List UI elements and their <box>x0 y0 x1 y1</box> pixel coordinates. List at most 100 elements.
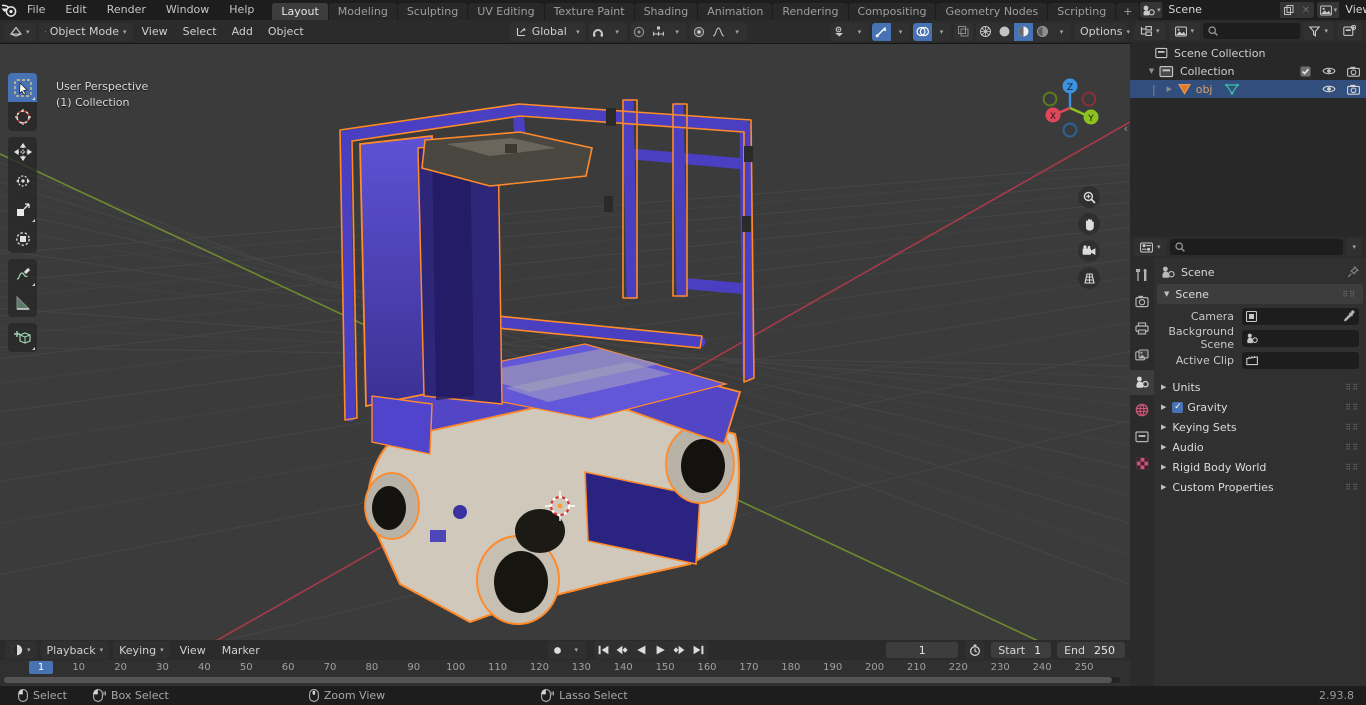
jump-start-button[interactable] <box>594 641 613 659</box>
unlink-scene-button[interactable]: ✕ <box>1297 2 1315 18</box>
tab-geometry-nodes[interactable]: Geometry Nodes <box>936 3 1048 20</box>
move-tool[interactable] <box>8 137 37 166</box>
blender-logo-icon[interactable] <box>0 0 17 20</box>
panel-collapse-icon[interactable]: ▶ <box>1161 463 1166 471</box>
timeline-scrollbar[interactable] <box>4 677 1120 683</box>
viewport-menu-object[interactable]: Object <box>262 23 310 41</box>
tab-uv-editing[interactable]: UV Editing <box>468 3 544 20</box>
overlays-chevron-icon[interactable]: ▾ <box>932 23 951 41</box>
outliner-row-scene-collection[interactable]: Scene Collection <box>1130 44 1366 62</box>
panel-collapse-icon[interactable]: ▶ <box>1161 483 1166 491</box>
custom-properties-panel[interactable]: ▶ Custom Properties ⠿⠿ <box>1154 477 1366 497</box>
eyedropper-icon[interactable] <box>1343 310 1355 322</box>
overlays-group[interactable]: ▾ <box>913 22 951 41</box>
xray-icon[interactable] <box>954 23 973 41</box>
menu-file[interactable]: File <box>17 0 55 20</box>
camera-icon[interactable] <box>1347 84 1360 95</box>
render-tab[interactable] <box>1130 289 1154 314</box>
3d-viewport[interactable]: User Perspective (1) Collection Z Y X ‹ <box>0 44 1130 640</box>
tab-sculpting[interactable]: Sculpting <box>397 3 468 20</box>
overlays-icon[interactable] <box>913 22 932 41</box>
toggle-perspective-button[interactable] <box>1078 267 1100 289</box>
tweak-select-box-tool[interactable] <box>8 73 37 102</box>
visibility-icon[interactable] <box>831 23 850 41</box>
autokey-toggle[interactable] <box>965 641 985 659</box>
rendered-icon[interactable] <box>1033 23 1052 41</box>
next-keyframe-button[interactable] <box>670 641 689 659</box>
tab-compositing[interactable]: Compositing <box>848 3 936 20</box>
scene-panel-header[interactable]: ▼ Scene ⠿⠿ <box>1157 284 1363 304</box>
eye-icon[interactable] <box>1322 84 1336 94</box>
proportional-edit-icon[interactable] <box>630 23 649 41</box>
zoom-view-button[interactable] <box>1078 186 1100 208</box>
play-reverse-button[interactable] <box>632 641 651 659</box>
timeline-menu-view[interactable]: View <box>174 641 212 659</box>
auto-keying-group[interactable]: ▾ <box>547 641 586 659</box>
new-scene-button[interactable] <box>1280 2 1298 18</box>
cursor-tool[interactable] <box>8 102 37 131</box>
viewport-menu-view[interactable]: View <box>136 23 174 41</box>
solid-icon[interactable] <box>995 23 1014 41</box>
material-preview-icon[interactable] <box>1014 22 1033 41</box>
collection-tab[interactable] <box>1130 424 1154 449</box>
new-collection-button[interactable] <box>1337 22 1362 40</box>
expand-triangle-icon[interactable]: ▶ <box>1164 85 1175 93</box>
add-workspace-button[interactable]: + <box>1116 3 1140 20</box>
outliner-display-mode-button[interactable]: ▾ <box>1134 22 1166 40</box>
falloff-curve-icon[interactable] <box>709 23 728 41</box>
shading-mode-group[interactable]: ▾ <box>976 22 1071 41</box>
panel-expand-icon[interactable]: ▼ <box>1164 290 1169 298</box>
gizmo-chevron-icon[interactable]: ▾ <box>891 23 910 41</box>
rigid-body-world-panel[interactable]: ▶ Rigid Body World ⠿⠿ <box>1154 457 1366 477</box>
auto-key-chevron-icon[interactable]: ▾ <box>567 641 586 659</box>
transform-orientation-selector[interactable]: Global ▾ <box>509 22 586 41</box>
shading-chevron-icon[interactable]: ▾ <box>1052 23 1071 41</box>
expand-triangle-icon[interactable]: ▼ <box>1146 67 1157 75</box>
proportional-falloff-toggle-icon[interactable] <box>690 23 709 41</box>
timeline-ruler[interactable]: 10 20 30 40 50 60 70 80 90 100 110 120 130 140 150 160 1… <box>0 660 1130 676</box>
mode-selector[interactable]: Object Mode ▾ <box>38 22 133 41</box>
play-button[interactable] <box>651 641 670 659</box>
add-cube-tool[interactable] <box>8 323 37 352</box>
snapping-group[interactable]: ▾ <box>588 22 627 41</box>
properties-editor-type-button[interactable]: ▾ <box>1134 238 1167 256</box>
stopwatch-icon[interactable] <box>965 641 984 659</box>
visibility-group[interactable]: ▾ <box>831 22 869 41</box>
world-tab[interactable] <box>1130 397 1154 422</box>
outliner-row-collection[interactable]: ▼ Collection <box>1130 62 1366 80</box>
jump-end-button[interactable] <box>689 641 708 659</box>
outliner-filter-id-button[interactable]: ▾ <box>1168 22 1201 40</box>
magnet-icon[interactable] <box>589 23 608 41</box>
viewport-menu-select[interactable]: Select <box>177 23 223 41</box>
rotate-tool[interactable] <box>8 166 37 195</box>
tab-shading[interactable]: Shading <box>634 3 698 20</box>
audio-panel[interactable]: ▶ Audio ⠿⠿ <box>1154 437 1366 457</box>
camera-field[interactable] <box>1242 307 1359 325</box>
keying-sets-panel[interactable]: ▶ Keying Sets ⠿⠿ <box>1154 417 1366 437</box>
frame-end-field[interactable]: End 250 <box>1057 642 1125 658</box>
playback-controls[interactable] <box>593 641 708 659</box>
tab-scripting[interactable]: Scripting <box>1048 3 1116 20</box>
viewport-menu-add[interactable]: Add <box>226 23 259 41</box>
tool-tab[interactable] <box>1130 262 1154 287</box>
pin-icon[interactable] <box>1347 266 1359 278</box>
snap-mode-chevron-icon[interactable]: ▾ <box>668 23 687 41</box>
panel-collapse-icon[interactable]: ▶ <box>1161 383 1166 391</box>
proportional-edit-group[interactable]: ▾ <box>629 22 687 41</box>
outliner-search-input[interactable] <box>1203 23 1301 39</box>
timeline-menu-playback[interactable]: Playback ▾ <box>40 641 110 659</box>
timeline-playhead[interactable]: 1 <box>29 661 53 674</box>
menu-window[interactable]: Window <box>156 0 219 20</box>
editor-type-button[interactable]: ▾ <box>4 22 36 41</box>
camera-view-button[interactable] <box>1078 240 1100 262</box>
outliner-tree[interactable]: Scene Collection ▼ Collection | ▶ obj <box>1130 42 1366 236</box>
gravity-panel[interactable]: ▶ ✓ Gravity ⠿⠿ <box>1154 397 1366 417</box>
background-scene-field[interactable] <box>1242 329 1359 347</box>
collection-checkbox[interactable] <box>1300 66 1311 77</box>
timeline-scrollbar-thumb[interactable] <box>4 677 1112 683</box>
scale-tool[interactable] <box>8 195 37 224</box>
transform-tool[interactable] <box>8 224 37 253</box>
annotate-tool[interactable] <box>8 259 37 288</box>
menu-edit[interactable]: Edit <box>55 0 96 20</box>
outliner-row-obj[interactable]: | ▶ obj <box>1130 80 1366 98</box>
